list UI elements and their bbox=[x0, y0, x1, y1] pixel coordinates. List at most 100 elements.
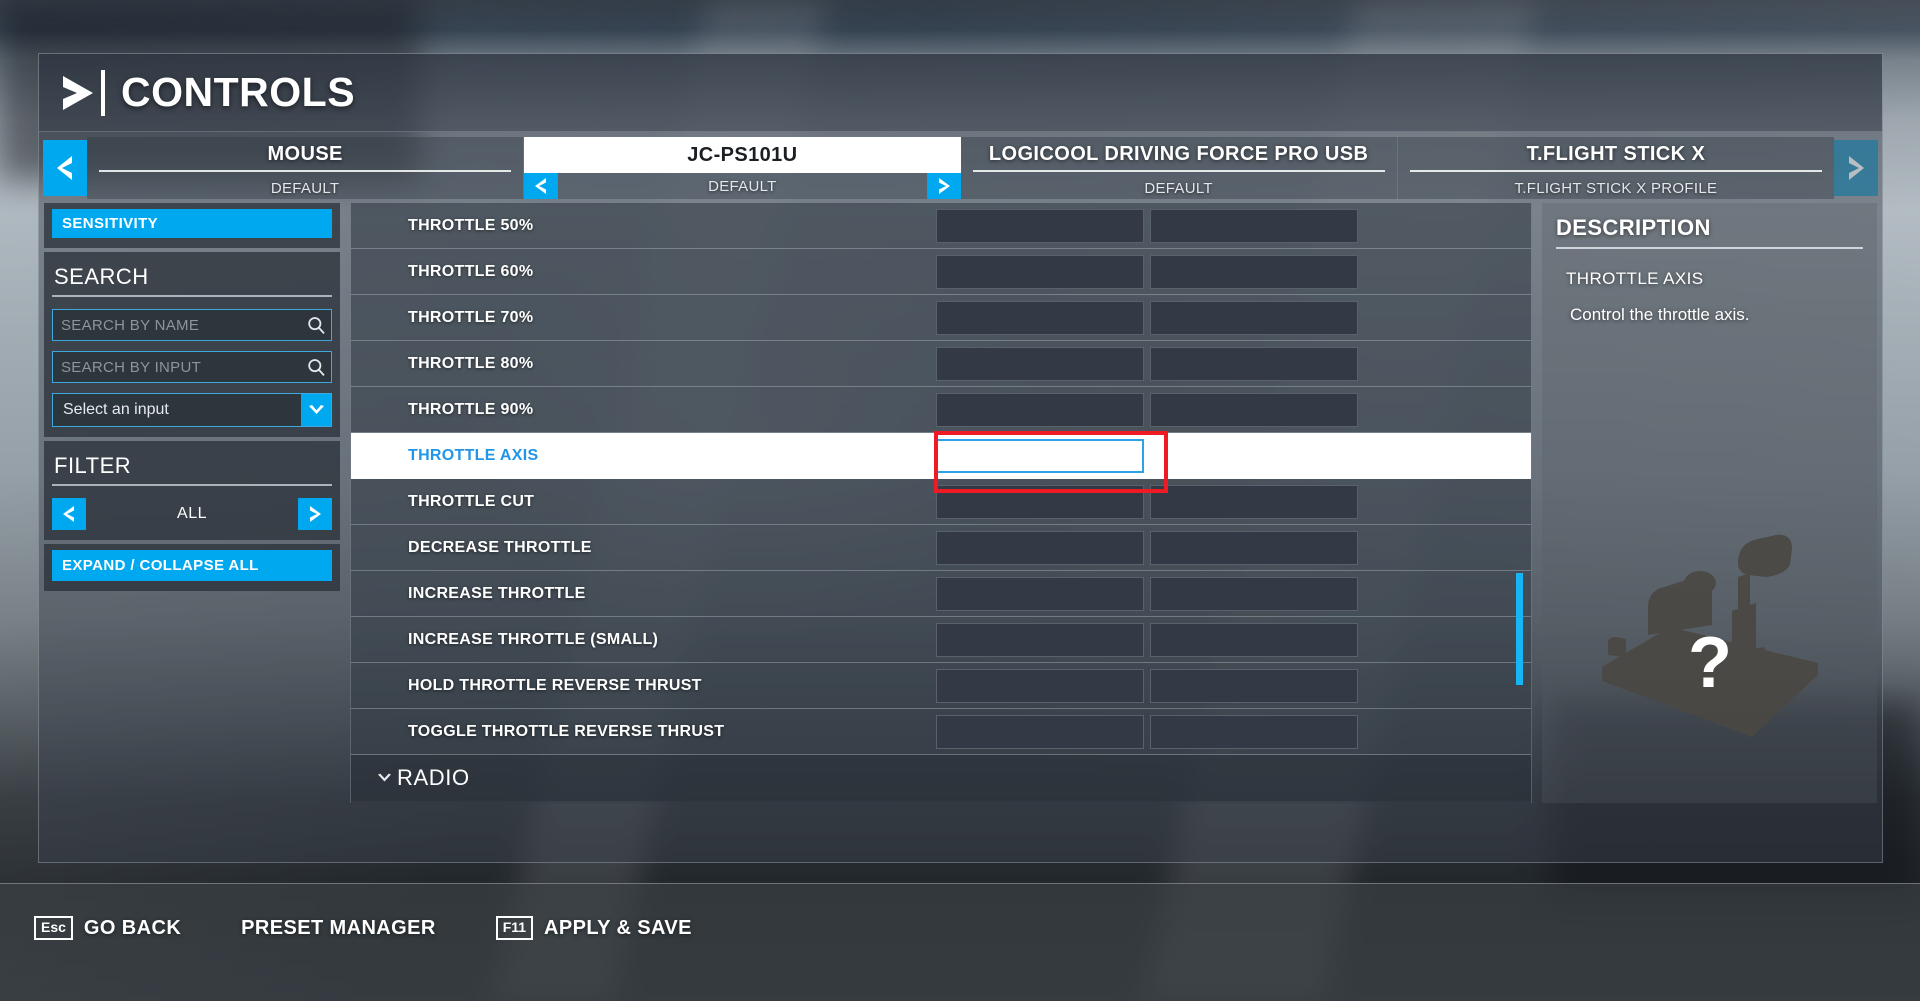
binding-cell-secondary[interactable] bbox=[1150, 438, 1358, 473]
filter-divider bbox=[52, 484, 332, 486]
chevron-left-icon bbox=[535, 178, 547, 194]
binding-label: INCREASE THROTTLE bbox=[408, 584, 586, 602]
device-tab-profile: T.FLIGHT STICK X PROFILE bbox=[1514, 180, 1718, 197]
search-by-name-field[interactable] bbox=[52, 309, 332, 341]
go-back-action[interactable]: Esc GO BACK bbox=[34, 916, 182, 940]
search-icon[interactable] bbox=[301, 358, 331, 377]
search-by-input-field[interactable] bbox=[52, 351, 332, 383]
device-tab-jc-ps101u[interactable]: JC-PS101U DEFAULT bbox=[524, 137, 961, 199]
panel-body: SENSITIVITY SEARCH SEARCH BY NAME SEARCH… bbox=[39, 203, 1882, 803]
binding-cell-primary[interactable] bbox=[936, 254, 1144, 289]
header-divider bbox=[101, 69, 105, 116]
input-select[interactable]: Select an input bbox=[52, 393, 332, 427]
binding-label: THROTTLE AXIS bbox=[408, 446, 539, 464]
binding-cell-primary[interactable] bbox=[936, 576, 1144, 611]
key-f11: F11 bbox=[495, 916, 534, 940]
chevron-left-icon bbox=[63, 506, 74, 522]
table-row[interactable]: INCREASE THROTTLE bbox=[351, 571, 1531, 617]
go-back-label: GO BACK bbox=[83, 916, 182, 939]
scrollbar[interactable] bbox=[1516, 203, 1523, 803]
device-prev-button[interactable] bbox=[43, 140, 87, 196]
table-row-selected[interactable]: THROTTLE AXIS bbox=[351, 433, 1531, 479]
binding-cell-primary[interactable] bbox=[936, 714, 1144, 749]
table-row[interactable]: DECREASE THROTTLE bbox=[351, 525, 1531, 571]
device-next-button[interactable] bbox=[1834, 140, 1878, 196]
group-header-label: RADIO bbox=[397, 765, 470, 790]
binding-cell-primary[interactable] bbox=[936, 392, 1144, 427]
device-tab-name: MOUSE bbox=[267, 143, 343, 165]
binding-label: THROTTLE CUT bbox=[408, 492, 535, 510]
device-profile-selector: DEFAULT bbox=[524, 173, 961, 199]
sidebar: SENSITIVITY SEARCH SEARCH BY NAME SEARCH… bbox=[44, 203, 340, 803]
device-tab-profile: DEFAULT bbox=[1144, 180, 1213, 197]
filter-value: ALL bbox=[177, 505, 207, 522]
group-header-radio[interactable]: RADIO bbox=[351, 755, 1531, 801]
chevron-right-icon bbox=[59, 70, 97, 116]
profile-prev-button[interactable] bbox=[524, 173, 559, 199]
chevron-right-icon bbox=[1849, 156, 1864, 180]
device-tab-t-flight-stick-x[interactable]: T.FLIGHT STICK X T.FLIGHT STICK X PROFIL… bbox=[1397, 137, 1834, 199]
table-row[interactable]: THROTTLE 90% bbox=[351, 387, 1531, 433]
binding-cell-secondary[interactable] bbox=[1150, 530, 1358, 565]
filter-next-button[interactable] bbox=[298, 498, 332, 530]
device-tab-name: JC-PS101U bbox=[687, 144, 798, 166]
device-tab-strip: MOUSE DEFAULT JC-PS101U DEFAULT LOGICOOL… bbox=[39, 137, 1882, 199]
preset-manager-label: PRESET MANAGER bbox=[241, 916, 436, 939]
binding-cell-primary[interactable] bbox=[936, 484, 1144, 519]
binding-cell-primary[interactable] bbox=[936, 530, 1144, 565]
device-tab-logicool-driving-force-pro-usb[interactable]: LOGICOOL DRIVING FORCE PRO USB DEFAULT bbox=[960, 137, 1398, 199]
filter-title: FILTER bbox=[54, 453, 132, 478]
sensitivity-button[interactable]: SENSITIVITY bbox=[52, 209, 332, 238]
profile-next-button[interactable] bbox=[926, 173, 961, 199]
binding-cell-secondary[interactable] bbox=[1150, 668, 1358, 703]
filter-prev-button[interactable] bbox=[52, 498, 86, 530]
filter-box: FILTER ALL bbox=[44, 441, 340, 540]
table-row[interactable]: THROTTLE 70% bbox=[351, 295, 1531, 341]
binding-cell-primary[interactable] bbox=[936, 622, 1144, 657]
expand-collapse-all-button[interactable]: EXPAND / COLLAPSE ALL bbox=[52, 550, 332, 581]
binding-cell-secondary[interactable] bbox=[1150, 254, 1358, 289]
description-text: Control the throttle axis. bbox=[1570, 305, 1750, 324]
binding-cell-secondary[interactable] bbox=[1150, 346, 1358, 381]
search-divider bbox=[52, 295, 332, 297]
search-by-name-input[interactable] bbox=[53, 310, 301, 340]
binding-cell-primary[interactable] bbox=[936, 208, 1144, 243]
binding-cell-secondary[interactable] bbox=[1150, 714, 1358, 749]
binding-label: THROTTLE 60% bbox=[408, 262, 534, 280]
binding-cell-primary[interactable] bbox=[936, 300, 1144, 335]
device-tab-mouse[interactable]: MOUSE DEFAULT bbox=[87, 137, 525, 199]
scrollbar-thumb[interactable] bbox=[1516, 573, 1523, 685]
chevron-down-icon[interactable] bbox=[301, 394, 331, 426]
binding-cell-secondary[interactable] bbox=[1150, 622, 1358, 657]
table-row[interactable]: HOLD THROTTLE REVERSE THRUST bbox=[351, 663, 1531, 709]
binding-cell-secondary[interactable] bbox=[1150, 576, 1358, 611]
table-row[interactable]: THROTTLE 50% bbox=[351, 203, 1531, 249]
binding-cell-secondary[interactable] bbox=[1150, 208, 1358, 243]
apply-and-save-label: APPLY & SAVE bbox=[544, 916, 692, 939]
search-by-input-input[interactable] bbox=[53, 352, 301, 382]
binding-label: HOLD THROTTLE REVERSE THRUST bbox=[408, 676, 702, 694]
preset-manager-action[interactable]: PRESET MANAGER bbox=[241, 917, 436, 940]
chevron-left-icon bbox=[57, 156, 72, 180]
filter-selector: ALL bbox=[52, 498, 332, 530]
table-row[interactable]: THROTTLE 60% bbox=[351, 249, 1531, 295]
controls-panel: CONTROLS MOUSE DEFAULT JC-PS101U DEFAULT… bbox=[38, 53, 1883, 863]
binding-cell-primary[interactable] bbox=[936, 346, 1144, 381]
search-title: SEARCH bbox=[54, 264, 149, 289]
table-row[interactable]: THROTTLE CUT bbox=[351, 479, 1531, 525]
binding-cell-secondary[interactable] bbox=[1150, 392, 1358, 427]
binding-cell-primary[interactable] bbox=[936, 668, 1144, 703]
binding-list: THROTTLE 50% THROTTLE 60% THROTTLE 70% T… bbox=[350, 203, 1532, 803]
apply-and-save-action[interactable]: F11 APPLY & SAVE bbox=[495, 916, 692, 940]
binding-label: INCREASE THROTTLE (SMALL) bbox=[408, 630, 659, 648]
device-tab-profile: DEFAULT bbox=[708, 177, 777, 195]
binding-cell-secondary[interactable] bbox=[1150, 300, 1358, 335]
binding-cell-secondary[interactable] bbox=[1150, 484, 1358, 519]
search-icon[interactable] bbox=[301, 316, 331, 335]
table-row[interactable]: INCREASE THROTTLE (SMALL) bbox=[351, 617, 1531, 663]
table-row[interactable]: TOGGLE THROTTLE REVERSE THRUST bbox=[351, 709, 1531, 755]
chevron-right-icon bbox=[310, 506, 321, 522]
binding-cell-primary-focused[interactable] bbox=[936, 438, 1144, 473]
description-subject: THROTTLE AXIS bbox=[1566, 269, 1704, 288]
table-row[interactable]: THROTTLE 80% bbox=[351, 341, 1531, 387]
